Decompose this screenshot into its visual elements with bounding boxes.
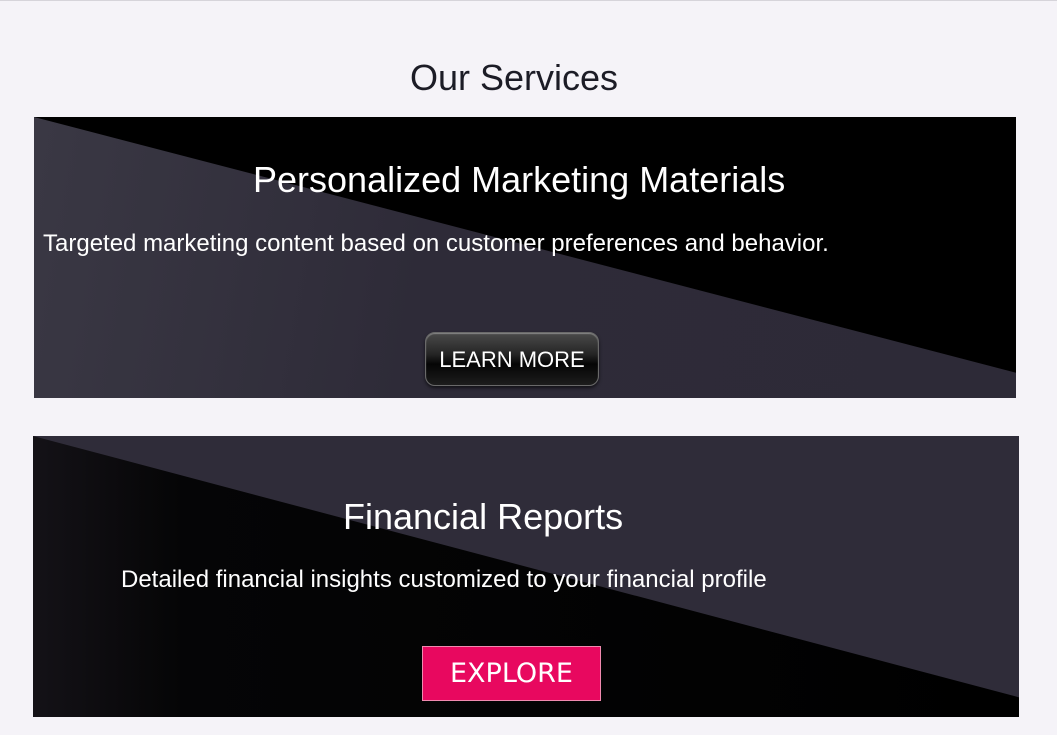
service-card-marketing: Personalized Marketing Materials Targete…	[34, 117, 1016, 398]
service-description: Targeted marketing content based on cust…	[43, 230, 829, 257]
section-title: Our Services	[409, 57, 619, 98]
service-title: Personalized Marketing Materials	[253, 159, 786, 200]
service-title: Financial Reports	[343, 496, 624, 537]
learn-more-button[interactable]: LEARN MORE	[425, 332, 599, 386]
explore-button[interactable]: EXPLORE	[422, 646, 601, 701]
service-card-financial-reports: Financial Reports Detailed financial ins…	[33, 436, 1019, 717]
service-description: Detailed financial insights customized t…	[121, 566, 767, 593]
